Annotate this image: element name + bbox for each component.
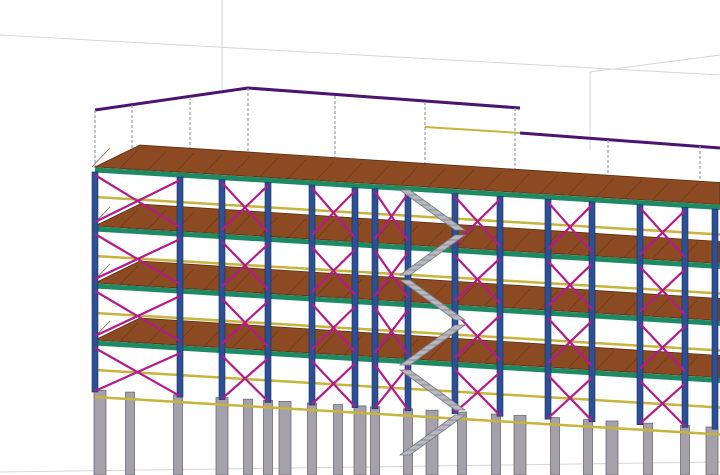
foundation-pile — [403, 408, 413, 475]
foundation-pile — [491, 413, 501, 475]
steel-column — [544, 198, 552, 420]
foundation-pile — [307, 402, 317, 475]
model-viewport[interactable] — [0, 0, 720, 475]
foundation-pile — [550, 417, 560, 475]
steel-column — [371, 188, 379, 410]
parapet-beam — [94, 86, 521, 112]
foundation-pile — [243, 398, 253, 475]
foundation-pile — [263, 399, 273, 475]
foundation-pile — [425, 409, 439, 475]
foundation-pile — [513, 415, 527, 475]
foundation-pile — [93, 389, 107, 475]
foundation-pile — [215, 397, 229, 475]
foundation-pile — [457, 411, 467, 475]
steel-column — [264, 182, 272, 403]
steel-column — [91, 171, 99, 393]
foundation-pile — [278, 400, 292, 475]
foundation-pile — [370, 406, 380, 475]
steel-column — [588, 201, 596, 423]
steel-column — [351, 187, 359, 408]
parapet-beam — [519, 131, 720, 150]
steel-column — [496, 196, 504, 417]
grid-line — [589, 54, 720, 73]
brace — [94, 352, 181, 393]
foundation-pile — [125, 391, 135, 475]
foundation-pile — [353, 405, 367, 475]
foundation-pile — [173, 394, 183, 475]
steel-column — [218, 179, 226, 400]
steel-column — [711, 208, 719, 430]
structural-model-3d-view[interactable] — [0, 0, 720, 475]
steel-column — [176, 176, 184, 398]
steel-column — [681, 207, 689, 428]
parapet-beam — [424, 126, 521, 134]
steel-column — [308, 184, 316, 406]
foundation-pile — [333, 404, 343, 475]
steel-column — [636, 204, 644, 425]
